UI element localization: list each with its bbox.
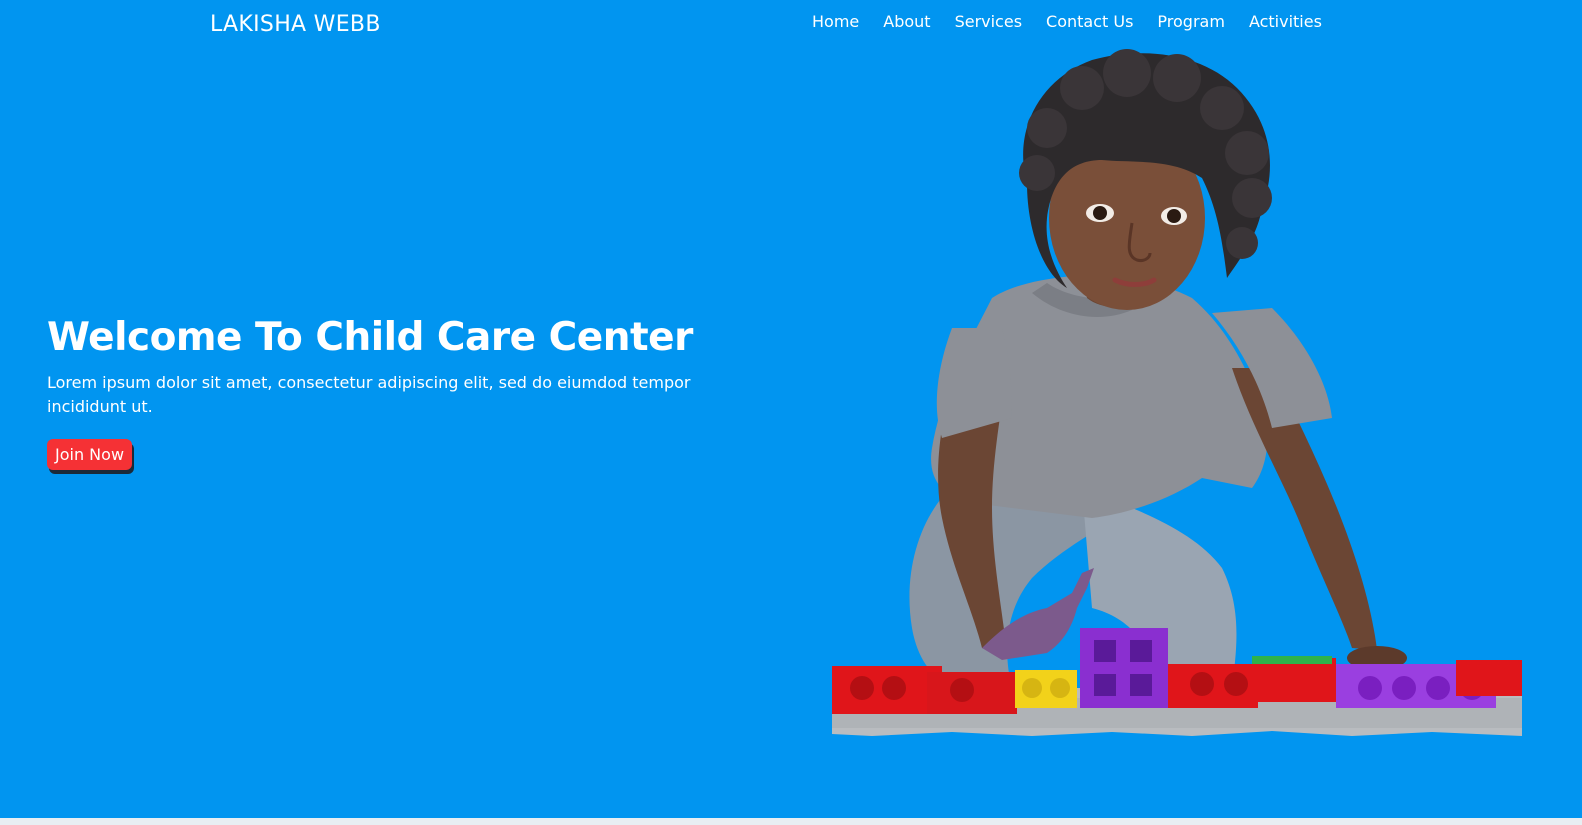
section-divider — [0, 815, 1582, 825]
nav-link-about[interactable]: About — [883, 12, 930, 31]
nav-item-contact: Contact Us — [1046, 12, 1157, 31]
nav-link-contact-us[interactable]: Contact Us — [1046, 12, 1133, 31]
hero-section: Welcome To Child Care Center Lorem ipsum… — [47, 313, 747, 470]
nav-link-activities[interactable]: Activities — [1249, 12, 1322, 31]
nav-link-program[interactable]: Program — [1157, 12, 1225, 31]
brand-logo[interactable]: LAKISHA WEBB — [210, 12, 381, 37]
join-now-button[interactable]: Join Now — [47, 439, 133, 470]
nav-item-home: Home — [812, 12, 883, 31]
nav-item-activities: Activities — [1249, 12, 1322, 31]
hero-subtitle: Lorem ipsum dolor sit amet, consectetur … — [47, 373, 691, 416]
nav-link-services[interactable]: Services — [955, 12, 1022, 31]
child-playing-illustration — [832, 49, 1522, 736]
nav-link-home[interactable]: Home — [812, 12, 859, 31]
nav-menu: Home About Services Contact Us Program A… — [812, 12, 1322, 31]
hero-child-image — [832, 48, 1522, 736]
nav-item-services: Services — [955, 12, 1046, 31]
hero-title: Welcome To Child Care Center — [47, 315, 693, 360]
nav-item-about: About — [883, 12, 954, 31]
navbar: LAKISHA WEBB Home About Services Contact… — [0, 0, 1582, 52]
nav-item-program: Program — [1157, 12, 1249, 31]
